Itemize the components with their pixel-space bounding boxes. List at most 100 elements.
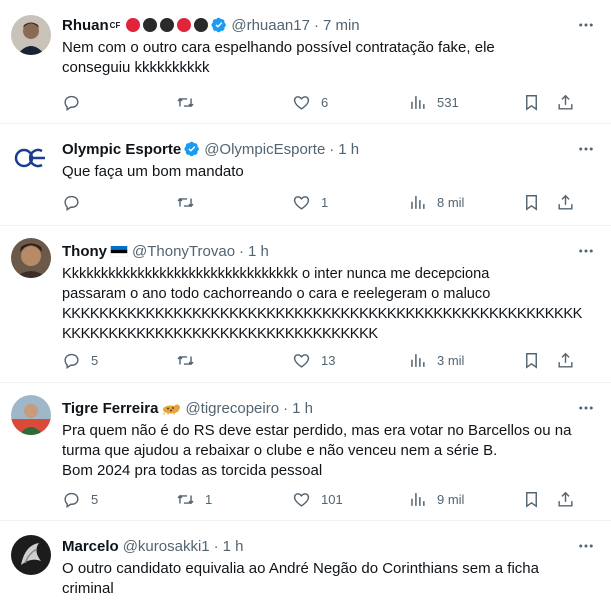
tweet-olympic-esporte[interactable]: Olympic Esporte @OlympicEsporte · 1 h Qu… [0,124,611,226]
timestamp[interactable]: 1 h [223,538,244,555]
reply-button[interactable]: 5 [62,487,98,511]
bookmark-button[interactable] [522,487,541,511]
separator-dot: · [239,242,245,260]
avatar[interactable] [11,138,51,178]
bookmark-icon [526,352,537,369]
like-button[interactable]: 6 [292,90,328,114]
more-icon[interactable] [575,138,597,160]
black-circle-emoji [194,18,209,32]
action-bar: 6 531 [52,90,593,114]
like-count: 101 [321,491,343,507]
tweet-line: criminal [62,580,114,597]
more-icon[interactable] [575,240,597,262]
reply-button[interactable]: 5 [62,348,98,372]
retweet-button[interactable] [176,348,205,372]
views-button[interactable]: 531 [408,90,459,114]
leopard-emoji-icon [163,404,181,414]
author-name[interactable]: Olympic Esporte [62,141,181,158]
tweet-tigre-ferreira[interactable]: Tigre Ferreira @tigrecopeiro · 1 h Pra q… [0,383,611,521]
more-icon[interactable] [575,535,597,557]
tweet-line: KKKKKKKKKKKKKKKKKKKKKKKKKKKKKKKKKKKKKKKK… [62,306,582,322]
red-circle-emoji [126,18,141,32]
action-bar: 1 8 mil [52,190,593,214]
timestamp[interactable]: 1 h [292,400,313,417]
verified-badge-icon [184,141,200,157]
retweet-button[interactable] [176,90,205,114]
like-count: 13 [321,352,336,368]
bookmark-button[interactable] [522,190,541,214]
views-icon [411,353,425,367]
retweet-button[interactable]: 1 [176,487,212,511]
retweet-icon [177,97,194,107]
timestamp[interactable]: 1 h [248,243,269,260]
avatar[interactable] [11,535,51,575]
like-icon [293,195,310,210]
views-button[interactable]: 3 mil [408,348,464,372]
share-button[interactable] [556,348,575,372]
author-name[interactable]: Thony [62,243,107,260]
views-button[interactable]: 8 mil [408,190,464,214]
timestamp[interactable]: 1 h [338,141,359,158]
estonia-flag-icon [110,245,128,257]
like-button[interactable]: 101 [292,487,343,511]
tweet-line: O outro candidato equivalia ao André Neg… [62,560,539,577]
share-icon [558,352,573,368]
more-icon[interactable] [575,14,597,36]
views-count: 8 mil [437,194,465,210]
tweet-line: Bom 2024 pra todas as torcida pessoal [62,462,323,479]
more-icon[interactable] [575,397,597,419]
avatar[interactable] [11,238,51,278]
timestamp[interactable]: 7 min [323,17,360,34]
like-icon [293,95,310,110]
reply-button[interactable] [62,190,91,214]
tweet-thony[interactable]: Thony @ThonyTrovao · 1 h Kkkkkkkkkkkkkkk… [0,226,611,383]
avatar[interactable] [11,15,51,55]
like-count: 6 [321,94,329,110]
reply-icon [64,353,79,369]
share-icon [558,94,573,110]
tweet-text: Kkkkkkkkkkkkkkkkkkkkkkkkkkkkkkkk o inter… [62,264,607,344]
author-name[interactable]: Marcelo [62,538,119,555]
reply-count: 5 [91,491,99,507]
views-icon [411,195,425,209]
tweet-line: passaram o ano todo cachorreando o cara … [62,286,491,302]
tweet-line: Nem com o outro cara espelhando possível… [62,39,495,56]
author-handle[interactable]: @kurosakki1 [123,538,210,555]
share-button[interactable] [556,487,575,511]
like-button[interactable]: 1 [292,190,328,214]
tweet-line: turma que ajudou a rebaixar o clube e nã… [62,442,498,459]
bookmark-button[interactable] [522,90,541,114]
views-button[interactable]: 9 mil [408,487,464,511]
separator-dot: · [313,16,319,34]
reply-count: 5 [91,352,99,368]
tweet-text: Que faça um bom mandato [62,162,587,182]
author-handle[interactable]: @tigrecopeiro [185,400,279,417]
retweet-button[interactable] [176,190,205,214]
avatar[interactable] [11,395,51,435]
black-circle-emoji [143,18,158,32]
bookmark-button[interactable] [522,348,541,372]
reply-feed: Rhuan CF @rhuaan17 · 7 min Nem com o out… [0,0,611,608]
reply-icon [64,195,79,211]
author-name[interactable]: Rhuan [62,17,109,34]
author-handle[interactable]: @ThonyTrovao [132,243,235,260]
views-icon [411,95,425,109]
bookmark-icon [526,94,537,111]
share-button[interactable] [556,190,575,214]
author-handle[interactable]: @OlympicEsporte [204,141,325,158]
tweet-rhuan[interactable]: Rhuan CF @rhuaan17 · 7 min Nem com o out… [0,0,611,124]
retweet-icon [177,355,194,365]
author-name[interactable]: Tigre Ferreira [62,400,158,417]
author-handle[interactable]: @rhuaan17 [231,17,310,34]
like-icon [293,353,310,368]
reply-button[interactable] [62,90,91,114]
tweet-line: KKKKKKKKKKKKKKKKKKKKKKKKKKKKKKKKKK [62,326,378,342]
black-circle-emoji [160,18,175,32]
tweet-marcelo[interactable]: Marcelo @kurosakki1 · 1 h O outro candid… [0,521,611,608]
like-button[interactable]: 13 [292,348,335,372]
retweet-icon [177,494,194,504]
tweet-line: Pra quem não é do RS deve estar perdido,… [62,422,572,439]
share-button[interactable] [556,90,575,114]
reply-icon [64,492,79,508]
views-count: 9 mil [437,491,465,507]
